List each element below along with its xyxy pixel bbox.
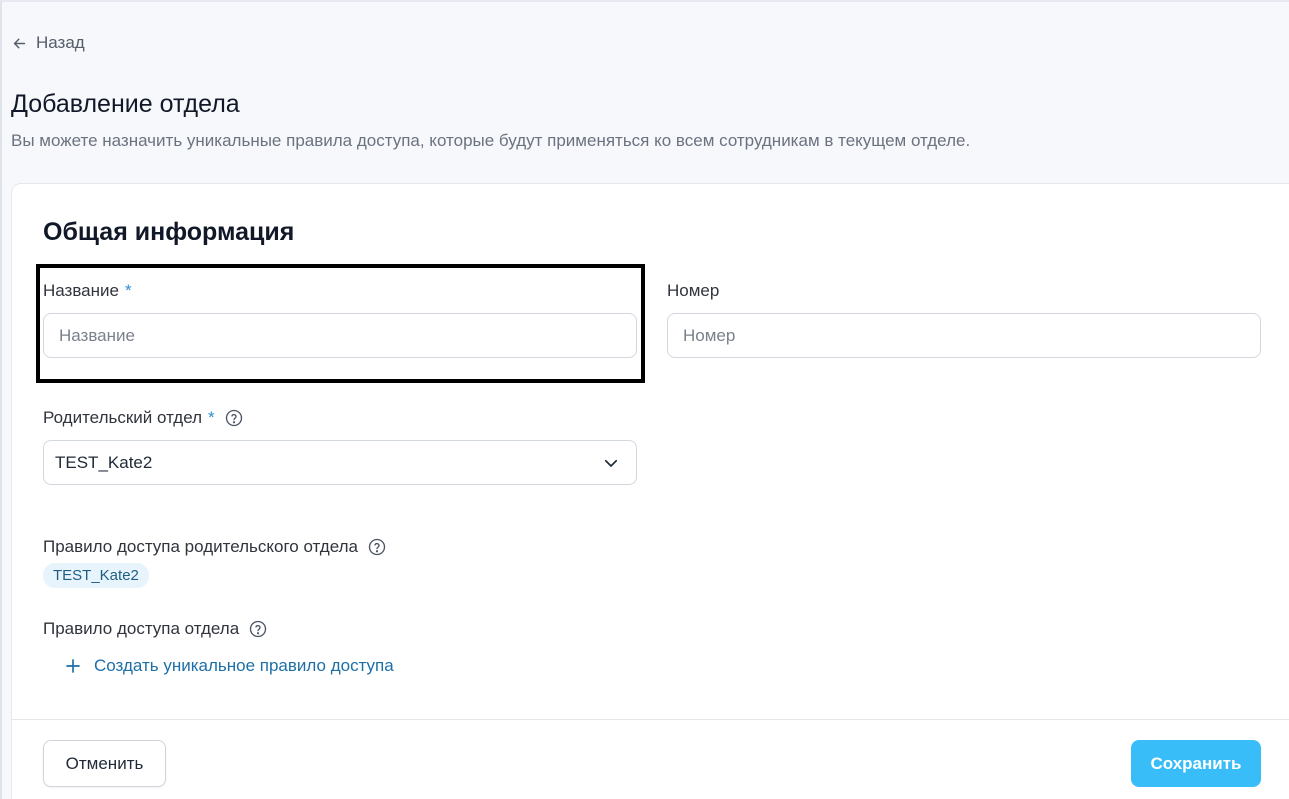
parent-access-rule-label: Правило доступа родительского отдела	[43, 537, 386, 557]
back-label: Назад	[36, 33, 85, 52]
cancel-button[interactable]: Отменить	[43, 740, 166, 787]
access-rule-label-text: Правило доступа отдела	[43, 619, 240, 638]
page-title: Добавление отдела	[11, 90, 240, 118]
name-input[interactable]	[43, 313, 637, 358]
page-frame: Назад Добавление отдела Вы можете назнач…	[0, 0, 1289, 799]
name-label: Название *	[43, 281, 132, 301]
parent-access-rule-tag: TEST_Kate2	[43, 563, 149, 588]
parent-access-rule-label-text: Правило доступа родительского отдела	[43, 537, 358, 556]
help-circle-icon[interactable]	[368, 538, 386, 556]
footer-divider	[12, 719, 1289, 720]
form-card: Общая информация Название * Номер Родите…	[11, 183, 1289, 799]
save-button[interactable]: Сохранить	[1131, 740, 1261, 787]
required-mark: *	[124, 281, 132, 300]
name-label-text: Название	[43, 281, 119, 300]
number-label-text: Номер	[667, 281, 720, 300]
chevron-down-icon	[604, 459, 618, 467]
parent-department-label: Родительский отдел *	[43, 408, 243, 428]
parent-department-select[interactable]: TEST_Kate2	[43, 440, 637, 485]
page-description: Вы можете назначить уникальные правила д…	[11, 131, 971, 150]
create-access-rule-label: Создать уникальное правило доступа	[94, 656, 394, 675]
back-link[interactable]: Назад	[11, 33, 85, 53]
required-mark: *	[208, 408, 215, 427]
access-rule-label: Правило доступа отдела	[43, 619, 267, 639]
help-circle-icon[interactable]	[225, 409, 243, 427]
plus-icon	[66, 659, 80, 673]
parent-department-value: TEST_Kate2	[55, 452, 153, 472]
number-input[interactable]	[667, 313, 1261, 358]
number-label: Номер	[667, 281, 719, 301]
arrow-left-icon	[13, 38, 26, 48]
section-title: Общая информация	[43, 218, 295, 246]
create-access-rule-link[interactable]: Создать уникальное правило доступа	[64, 656, 394, 676]
parent-department-label-text: Родительский отдел	[43, 408, 203, 427]
help-circle-icon[interactable]	[249, 620, 267, 638]
